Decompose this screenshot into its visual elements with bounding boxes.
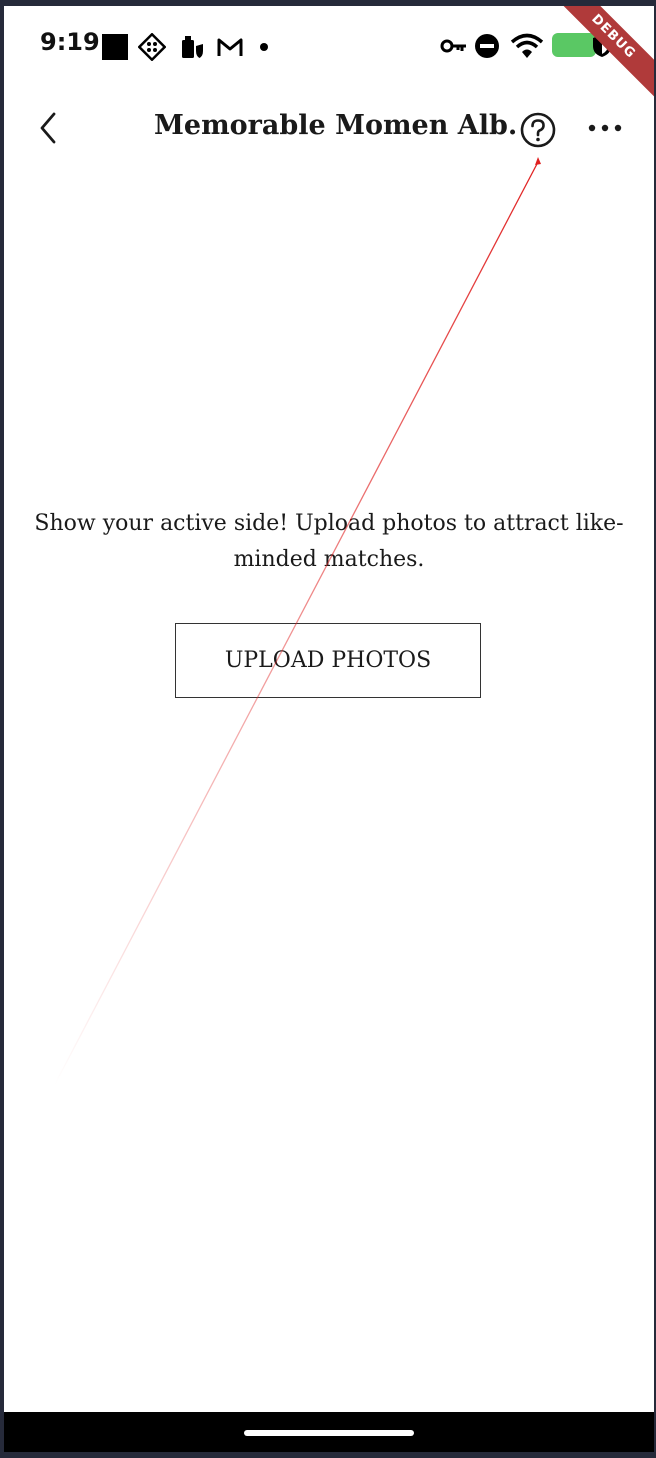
more-options-button[interactable] [584,116,626,140]
app-notification-icon [138,33,166,61]
system-navigation-bar [4,1412,654,1452]
do-not-disturb-icon [475,34,499,58]
app-bar: Memorable Momen Alb.. [4,86,654,166]
square-notification-icon [102,34,128,60]
status-bar: 9:19 DEBUG [4,6,654,100]
status-time: 9:19 [40,28,100,56]
battery-shield-icon [182,36,203,58]
gmail-icon [217,38,243,56]
pointer-trace-line [53,157,541,1087]
help-button[interactable] [518,110,558,150]
app-screen: 9:19 DEBUG Memorable Momen Alb.. Show yo… [4,6,654,1452]
empty-state-message: Show your active side! Upload photos to … [34,511,624,572]
question-circle-icon [520,112,556,148]
wifi-icon [510,33,544,58]
dot-icon [260,43,268,51]
back-button[interactable] [32,108,68,148]
chevron-left-icon [40,112,56,144]
upload-photos-button[interactable]: UPLOAD PHOTOS [175,623,481,698]
home-indicator[interactable] [244,1430,414,1436]
page-title: Memorable Momen Alb.. [154,110,516,141]
vpn-key-icon [440,39,466,53]
more-horizontal-icon [588,124,622,132]
